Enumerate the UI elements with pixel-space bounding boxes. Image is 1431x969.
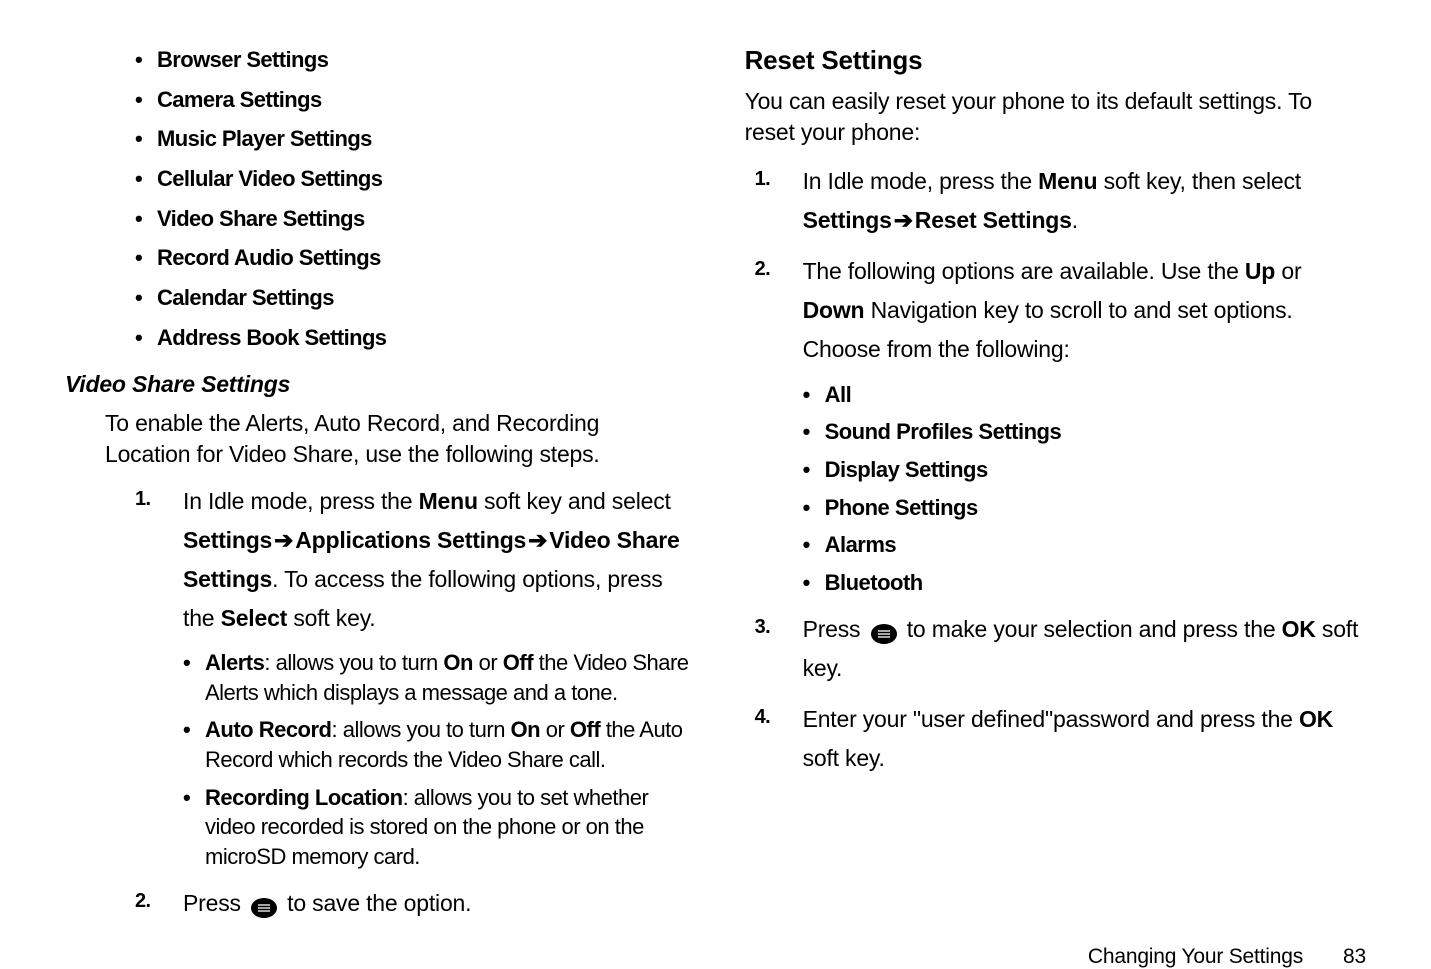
left-column: Browser Settings Camera Settings Music P…: [65, 45, 690, 935]
opt-on: On: [511, 717, 541, 742]
opt-on: On: [443, 650, 473, 675]
key-down: Down: [803, 297, 865, 323]
key-ok: OK: [1282, 616, 1316, 642]
step-2: Press to save the option.: [135, 884, 690, 923]
key-menu: Menu: [1038, 168, 1097, 194]
list-item: Sound Profiles Settings: [803, 417, 1366, 447]
text: In Idle mode, press the: [183, 488, 419, 514]
opt-off: Off: [570, 717, 600, 742]
list-item: Camera Settings: [135, 85, 690, 115]
text: Navigation key to scroll to and set opti…: [803, 297, 1293, 362]
list-item: Video Share Settings: [135, 204, 690, 234]
text: or: [1275, 258, 1301, 284]
opt-title: Recording Location: [205, 785, 403, 810]
text: Press: [803, 616, 867, 642]
text: Press: [183, 890, 247, 916]
reset-options: All Sound Profiles Settings Display Sett…: [803, 380, 1366, 598]
opt-off: Off: [503, 650, 533, 675]
text: : allows you to turn: [332, 717, 511, 742]
text: soft key.: [287, 605, 375, 631]
key-ok: OK: [1299, 706, 1333, 732]
key-settings: Settings: [183, 527, 272, 553]
step-1: In Idle mode, press the Menu soft key, t…: [755, 162, 1366, 240]
ok-button-icon: [250, 892, 278, 914]
text: soft key, then select: [1097, 168, 1301, 194]
step-3: Press to make your selection and press t…: [755, 610, 1366, 688]
text: The following options are available. Use…: [803, 258, 1245, 284]
list-item: Display Settings: [803, 455, 1366, 485]
list-item: Calendar Settings: [135, 283, 690, 313]
right-steps: In Idle mode, press the Menu soft key, t…: [755, 162, 1366, 778]
intro-text: You can easily reset your phone to its d…: [745, 86, 1366, 148]
settings-list: Browser Settings Camera Settings Music P…: [135, 45, 690, 353]
text: to save the option.: [281, 890, 471, 916]
list-item: Alerts: allows you to turn On or Off the…: [183, 648, 690, 707]
arrow-icon: ➔: [274, 521, 293, 560]
list-item: Recording Location: allows you to set wh…: [183, 783, 690, 872]
list-item: Music Player Settings: [135, 124, 690, 154]
list-item: Bluetooth: [803, 568, 1366, 598]
intro-text: To enable the Alerts, Auto Record, and R…: [105, 408, 690, 470]
key-up: Up: [1245, 258, 1275, 284]
arrow-icon: ➔: [528, 521, 547, 560]
key-menu: Menu: [419, 488, 478, 514]
text: .: [1072, 207, 1078, 233]
key-apps: Applications Settings: [295, 527, 526, 553]
arrow-icon: ➔: [894, 201, 913, 240]
text: soft key and select: [478, 488, 671, 514]
text: soft key.: [803, 745, 885, 771]
key-reset: Reset Settings: [915, 207, 1072, 233]
heading-reset: Reset Settings: [745, 45, 1366, 76]
heading-video-share: Video Share Settings: [65, 371, 690, 398]
list-item: Record Audio Settings: [135, 243, 690, 273]
text: Enter your "user defined"password and pr…: [803, 706, 1299, 732]
step-2: The following options are available. Use…: [755, 252, 1366, 597]
list-item: Phone Settings: [803, 493, 1366, 523]
text: : allows you to turn: [264, 650, 443, 675]
text: to make your selection and press the: [901, 616, 1282, 642]
list-item: Address Book Settings: [135, 323, 690, 353]
text: or: [540, 717, 570, 742]
list-item: Alarms: [803, 530, 1366, 560]
opt-title: Auto Record: [205, 717, 332, 742]
step-1: In Idle mode, press the Menu soft key an…: [135, 482, 690, 872]
text: In Idle mode, press the: [803, 168, 1039, 194]
key-select: Select: [221, 605, 288, 631]
columns: Browser Settings Camera Settings Music P…: [65, 45, 1366, 935]
page: Browser Settings Camera Settings Music P…: [0, 0, 1431, 954]
ok-button-icon: [870, 618, 898, 640]
list-item: Auto Record: allows you to turn On or Of…: [183, 715, 690, 774]
sub-options: Alerts: allows you to turn On or Off the…: [183, 648, 690, 872]
key-settings: Settings: [803, 207, 892, 233]
left-steps: In Idle mode, press the Menu soft key an…: [135, 482, 690, 923]
step-4: Enter your "user defined"password and pr…: [755, 700, 1366, 778]
right-column: Reset Settings You can easily reset your…: [745, 45, 1366, 935]
list-item: Browser Settings: [135, 45, 690, 75]
footer-title: Changing Your Settings: [1088, 945, 1303, 969]
list-item: Cellular Video Settings: [135, 164, 690, 194]
list-item: All: [803, 380, 1366, 410]
footer: Changing Your Settings 83: [65, 945, 1366, 969]
page-number: 83: [1343, 945, 1366, 969]
text: or: [473, 650, 503, 675]
opt-title: Alerts: [205, 650, 264, 675]
